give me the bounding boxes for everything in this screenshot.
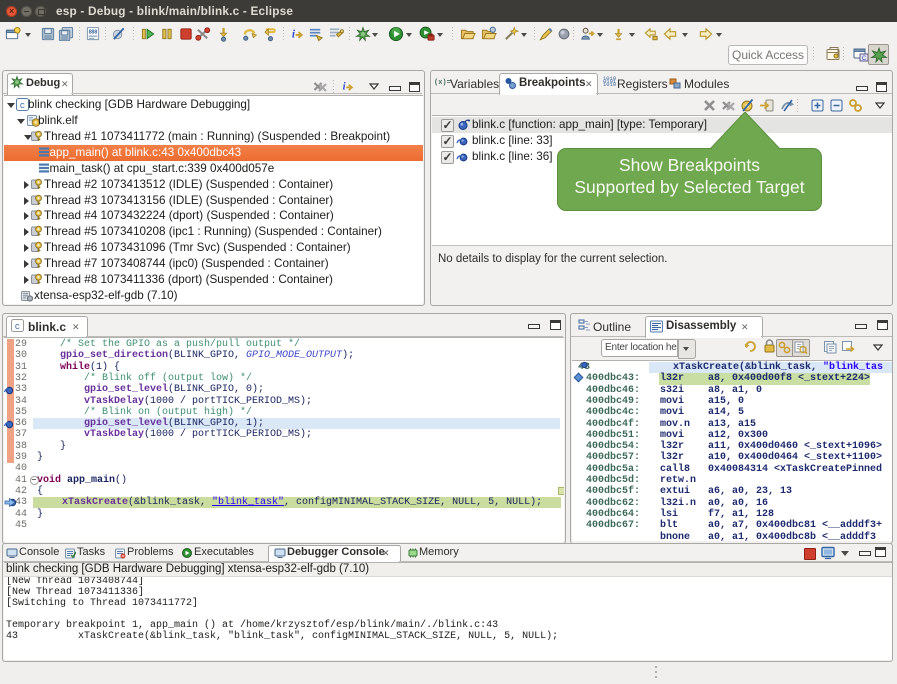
- svg-text:c: c: [20, 101, 25, 111]
- svg-text:i: i: [292, 28, 296, 40]
- svg-text:i: i: [343, 82, 346, 93]
- svg-text:888: 888: [89, 30, 98, 36]
- svg-text:C: C: [862, 56, 867, 62]
- svg-text:c: c: [15, 322, 20, 332]
